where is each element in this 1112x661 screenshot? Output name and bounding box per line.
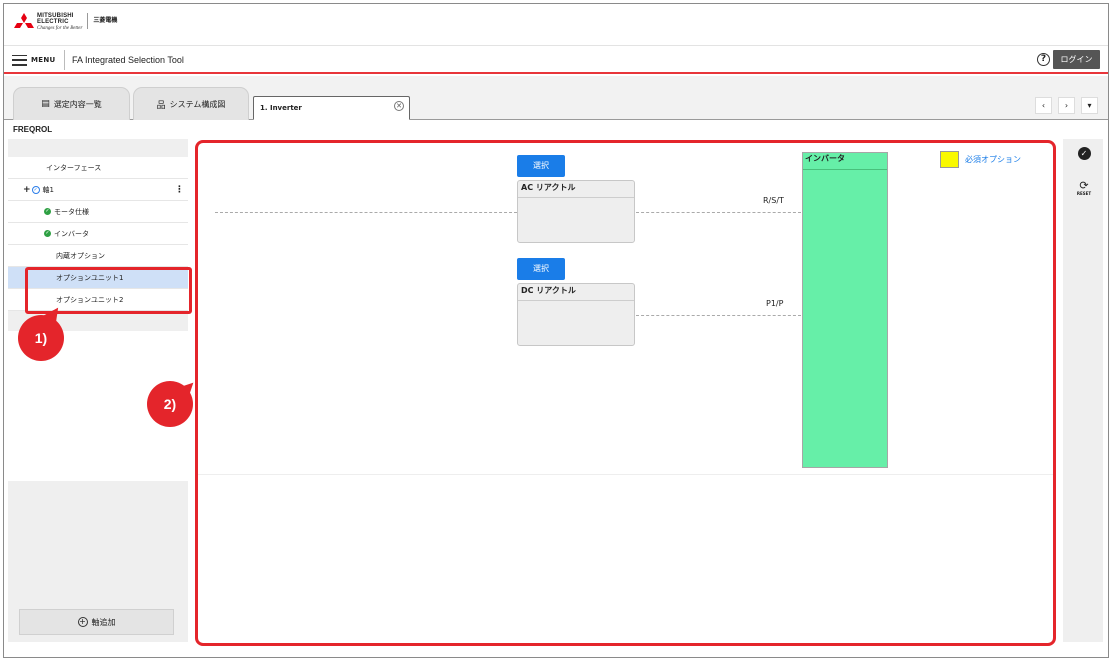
- tab-next-button[interactable]: ›: [1058, 97, 1075, 114]
- tree-item-interface[interactable]: インターフェース: [8, 157, 188, 179]
- tab-system-diagram[interactable]: 品 システム構成図: [133, 87, 249, 120]
- reset-button[interactable]: ⟳ RESET: [1074, 175, 1094, 201]
- callout-1: 1): [18, 315, 64, 361]
- tab-inverter[interactable]: 1. Inverter ✕: [253, 96, 410, 120]
- tree-item-label: インターフェース: [46, 163, 102, 172]
- menu-label: MENU: [31, 56, 56, 64]
- refresh-icon: ⟳: [1079, 178, 1089, 192]
- tab-selection-list[interactable]: ▤ 選定内容一覧: [13, 87, 130, 120]
- logo-japanese: 三菱電機: [93, 17, 118, 24]
- expand-icon[interactable]: +: [23, 185, 31, 195]
- tree-item-inverter[interactable]: ✓ インバータ: [8, 223, 188, 245]
- app-title: FA Integrated Selection Tool: [72, 55, 184, 65]
- check-circle-icon: ✓: [31, 185, 40, 194]
- reset-label: RESET: [1076, 190, 1092, 196]
- check-circle-icon: ✓: [1077, 146, 1091, 160]
- check-icon: ✓: [44, 208, 51, 215]
- three-diamonds-icon: [14, 13, 34, 28]
- tab-navigation: ‹ › ▾: [1035, 97, 1098, 114]
- confirm-button[interactable]: ✓: [1074, 143, 1094, 163]
- close-tab-icon[interactable]: ✕: [394, 101, 404, 111]
- menu-bar: MENU FA Integrated Selection Tool ? ログイン: [4, 45, 1108, 74]
- logo-divider: [87, 13, 89, 29]
- callout-2: 2): [147, 381, 193, 427]
- add-axis-button[interactable]: + 軸追加: [19, 609, 174, 635]
- tree-item-label: インバータ: [54, 229, 89, 238]
- menu-button[interactable]: MENU: [12, 51, 56, 69]
- tab-label: システム構成図: [169, 99, 226, 109]
- plus-circle-icon: +: [77, 617, 88, 627]
- logo-tagline: Changes for the Better: [37, 26, 83, 31]
- product-title: FREQROL: [13, 125, 53, 134]
- tab-label: 1. Inverter: [260, 104, 302, 112]
- tree-item-builtin-option[interactable]: 内蔵オプション: [8, 245, 188, 267]
- add-axis-label: 軸追加: [91, 617, 116, 627]
- tab-label: 選定内容一覧: [53, 99, 102, 109]
- tab-bar: ▤ 選定内容一覧 品 システム構成図 1. Inverter ✕ ‹ › ▾: [4, 76, 1108, 120]
- menu-divider: [64, 50, 65, 70]
- tree-item-axis1[interactable]: + ✓ 軸1 ⋮: [8, 179, 188, 201]
- login-button[interactable]: ログイン: [1053, 50, 1100, 69]
- help-icon[interactable]: ?: [1037, 53, 1050, 66]
- tree-item-label: 軸1: [42, 185, 55, 194]
- tab-list-dropdown[interactable]: ▾: [1081, 97, 1098, 114]
- tree-item-label: 内蔵オプション: [56, 251, 105, 260]
- hamburger-icon: [12, 54, 27, 66]
- logo-bar: MITSUBISHI ELECTRIC Changes for the Bett…: [4, 4, 1108, 44]
- mitsubishi-logo: MITSUBISHI ELECTRIC Changes for the Bett…: [13, 13, 117, 33]
- right-tool-panel: ✓ ⟳ RESET: [1063, 139, 1103, 642]
- tree-item-motor-spec[interactable]: ✓ モータ仕様: [8, 201, 188, 223]
- tab-prev-button[interactable]: ‹: [1035, 97, 1052, 114]
- list-icon: ▤: [41, 99, 50, 109]
- diagram-icon: 品: [156, 100, 166, 111]
- more-options-icon[interactable]: ⋮: [175, 185, 184, 195]
- annotation-box-2: [195, 140, 1056, 646]
- tree-item-label: モータ仕様: [54, 207, 89, 216]
- check-icon: ✓: [44, 230, 51, 237]
